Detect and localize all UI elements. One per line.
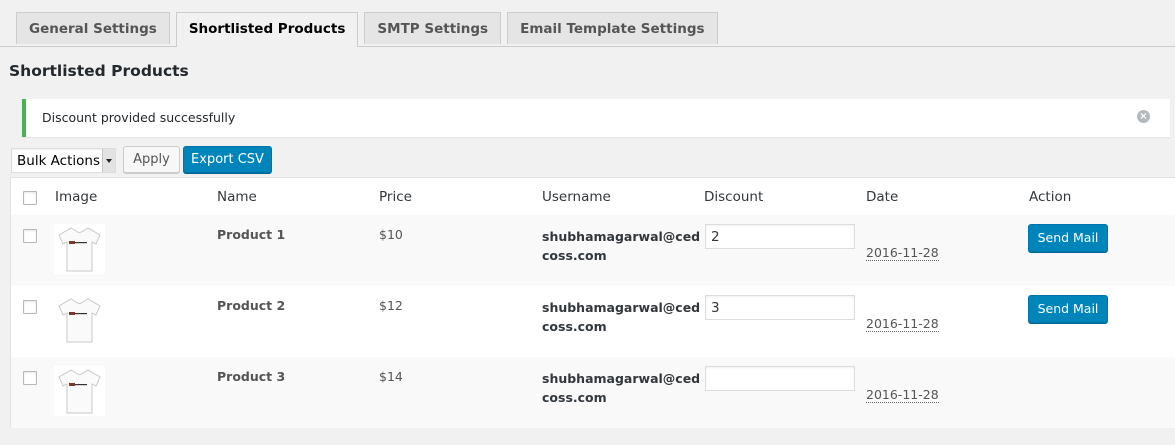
table-row: Product 1 $10 shubhamagarwal@ced coss.co… (11, 215, 1175, 286)
table-header: Image Name Price Username Discount Date … (11, 178, 1175, 216)
username-line: shubhamagarwal@ced (542, 229, 701, 244)
username-line: shubhamagarwal@ced (542, 300, 701, 315)
username-line: shubhamagarwal@ced (542, 371, 701, 386)
username-line: coss.com (542, 319, 607, 334)
product-image (54, 224, 105, 274)
tab-email-template-settings[interactable]: Email Template Settings (507, 12, 718, 44)
tab-shortlisted-products[interactable]: Shortlisted Products (175, 12, 359, 47)
username-line: coss.com (542, 248, 607, 263)
success-notice: Discount provided successfully × (22, 99, 1170, 137)
notice-message: Discount provided successfully (42, 110, 236, 125)
product-name: Product 3 (217, 369, 286, 384)
shortlisted-products-table: Image Name Price Username Discount Date … (10, 177, 1175, 428)
tshirt-icon (58, 369, 101, 414)
bulk-actions-label: Bulk Actions (17, 153, 100, 169)
dismiss-icon[interactable]: × (1137, 110, 1150, 123)
page-title: Shortlisted Products (9, 62, 189, 80)
row-checkbox[interactable] (23, 371, 37, 385)
send-mail-button[interactable]: Send Mail (1028, 295, 1108, 323)
column-header-action: Action (1029, 189, 1072, 205)
tshirt-icon (58, 227, 101, 272)
apply-button[interactable]: Apply (123, 146, 180, 173)
discount-input[interactable] (705, 366, 855, 391)
tshirt-icon (58, 298, 101, 343)
settings-tabs: General Settings Shortlisted Products SM… (16, 12, 724, 47)
product-name: Product 2 (217, 298, 286, 313)
product-price: $12 (379, 298, 403, 313)
row-checkbox[interactable] (23, 229, 37, 243)
product-price: $14 (379, 369, 403, 384)
discount-input[interactable] (705, 224, 855, 249)
row-checkbox[interactable] (23, 300, 37, 314)
send-mail-button[interactable]: Send Mail (1028, 224, 1108, 252)
column-header-username: Username (542, 189, 611, 205)
column-header-date: Date (866, 189, 899, 205)
product-price: $10 (379, 227, 403, 242)
select-all-checkbox[interactable] (23, 191, 37, 205)
product-name: Product 1 (217, 227, 286, 242)
table-row: Product 3 $14 shubhamagarwal@ced coss.co… (11, 357, 1175, 428)
product-image (54, 295, 105, 345)
username: shubhamagarwal@ced coss.com (542, 369, 700, 407)
date-value: 2016-11-28 (866, 387, 939, 403)
date-value: 2016-11-28 (866, 245, 939, 261)
column-header-price: Price (379, 189, 412, 205)
column-header-name: Name (217, 189, 257, 205)
product-image (54, 366, 105, 416)
tab-general-settings[interactable]: General Settings (16, 12, 170, 44)
username: shubhamagarwal@ced coss.com (542, 298, 700, 336)
export-csv-button[interactable]: Export CSV (183, 146, 272, 173)
table-row: Product 2 $12 shubhamagarwal@ced coss.co… (11, 286, 1175, 357)
column-header-image: Image (55, 189, 98, 205)
username-line: coss.com (542, 390, 607, 405)
chevron-down-icon (102, 149, 115, 172)
username: shubhamagarwal@ced coss.com (542, 227, 700, 265)
date-value: 2016-11-28 (866, 316, 939, 332)
tab-smtp-settings[interactable]: SMTP Settings (364, 12, 502, 44)
bulk-actions-select[interactable]: Bulk Actions (11, 148, 116, 173)
discount-input[interactable] (705, 295, 855, 320)
column-header-discount: Discount (704, 189, 764, 205)
